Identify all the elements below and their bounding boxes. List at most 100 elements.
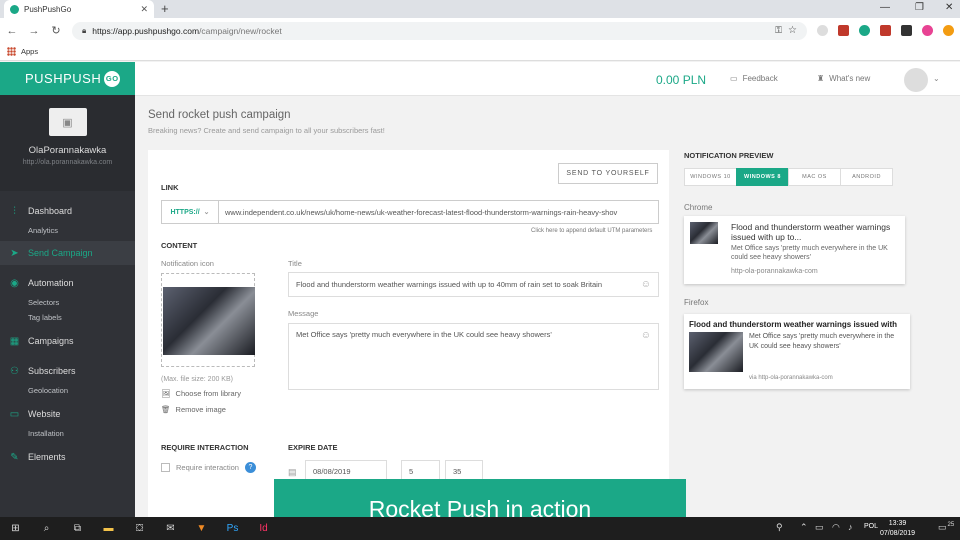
- os-tabs: WINDOWS 10 WINDOWS 8 MAC OS ANDROID: [684, 168, 893, 186]
- tab-mac-os[interactable]: MAC OS: [788, 168, 841, 186]
- chrome-label: Chrome: [684, 203, 713, 212]
- indesign-icon[interactable]: Id: [248, 517, 279, 540]
- store-icon[interactable]: ⛋: [124, 517, 155, 540]
- sidebar-item-installation[interactable]: Installation: [0, 426, 135, 441]
- n-extension-icon[interactable]: [880, 25, 891, 36]
- chrome-notif-message: Met Office says 'pretty much everywhere …: [731, 245, 888, 261]
- utm-hint-link[interactable]: Click here to append default UTM paramet…: [531, 228, 652, 234]
- image-placeholder-icon[interactable]: ▣: [48, 108, 87, 136]
- checkbox[interactable]: [161, 463, 170, 472]
- sidebar-item-analytics[interactable]: Analytics: [0, 223, 135, 238]
- notification-thumbnail: [689, 332, 743, 372]
- people-icon[interactable]: ⚲: [776, 522, 783, 533]
- new-tab-icon[interactable]: +: [161, 1, 169, 16]
- emoji-icon[interactable]: ☺: [641, 330, 651, 341]
- choose-from-library-button[interactable]: 🖼︎ Choose from library: [161, 389, 241, 398]
- maximize-icon[interactable]: ❐: [915, 2, 924, 13]
- sidebar-item-label: Campaigns: [28, 336, 74, 346]
- preview-heading: NOTIFICATION PREVIEW: [684, 151, 774, 160]
- org-url: http://ola.porannakawka.com: [22, 159, 113, 166]
- back-icon[interactable]: ←: [6, 25, 18, 37]
- minimize-icon[interactable]: —: [880, 2, 890, 13]
- volume-icon[interactable]: ♪: [848, 522, 853, 532]
- sidebar-item-tag-labels[interactable]: Tag labels: [0, 310, 135, 325]
- sidebar-item-label: Elements: [28, 452, 66, 462]
- close-tab-icon[interactable]: ✕: [140, 4, 148, 15]
- protocol-select[interactable]: HTTPS://⌄: [161, 200, 219, 224]
- tab-windows-10[interactable]: WINDOWS 10: [684, 168, 737, 186]
- update-icon[interactable]: [943, 25, 954, 36]
- vlc-icon[interactable]: ▼: [186, 517, 217, 540]
- org-name: OlaPorannakawka: [28, 145, 107, 156]
- chevron-down-icon[interactable]: ⌄: [933, 74, 940, 83]
- message-input[interactable]: Met Office says 'pretty much everywhere …: [288, 323, 659, 390]
- notification-center[interactable]: ▭ 25: [938, 522, 954, 533]
- task-view-icon[interactable]: ⧉: [62, 517, 93, 540]
- pdf-extension-icon[interactable]: [838, 25, 849, 36]
- forward-icon[interactable]: →: [28, 25, 40, 37]
- network-icon[interactable]: ▭: [815, 522, 824, 533]
- browser-toolbar: ← → ↻ 🔒︎ https://app.pushpushgo.com/camp…: [0, 18, 960, 43]
- chat-icon: ▭: [730, 74, 738, 83]
- whats-new-button[interactable]: ♜ What's new: [817, 74, 870, 83]
- trash-icon: 🗑︎: [161, 405, 171, 414]
- feedback-button[interactable]: ▭ Feedback: [730, 74, 778, 83]
- brand-logo[interactable]: PUSHPUSH GO: [0, 62, 135, 95]
- send-to-yourself-button[interactable]: SEND TO YOURSELF: [558, 163, 658, 184]
- sidebar-item-geolocation[interactable]: Geolocation: [0, 383, 135, 398]
- action-center-icon: ▭: [938, 522, 947, 532]
- close-window-icon[interactable]: ✕: [945, 2, 953, 13]
- address-bar[interactable]: 🔒︎ https://app.pushpushgo.com/campaign/n…: [72, 21, 807, 40]
- grid-icon: ▦: [9, 335, 20, 347]
- whats-new-label: What's new: [829, 74, 871, 83]
- key-icon[interactable]: ⚿: [775, 25, 782, 36]
- extension-icon[interactable]: [817, 25, 828, 36]
- account-balance[interactable]: 0.00 PLN: [656, 73, 706, 87]
- avatar[interactable]: [904, 68, 928, 92]
- remove-image-button[interactable]: 🗑︎ Remove image: [161, 405, 226, 414]
- wifi-icon[interactable]: ◠: [832, 522, 840, 533]
- browser-tab[interactable]: PushPushGo ✕: [4, 0, 154, 18]
- reload-icon[interactable]: ↻: [50, 24, 62, 37]
- title-input[interactable]: Flood and thunderstorm weather warnings …: [288, 272, 659, 297]
- language-indicator[interactable]: POL: [864, 523, 878, 530]
- search-icon[interactable]: ⌕: [31, 517, 62, 540]
- windows-start-icon[interactable]: ⊞: [0, 517, 31, 540]
- file-size-hint: (Max. file size: 200 KB): [161, 376, 233, 383]
- sidebar-item-selectors[interactable]: Selectors: [0, 295, 135, 310]
- page-subtitle: Breaking news? Create and send campaign …: [148, 126, 385, 135]
- notification-icon-dropzone[interactable]: [161, 273, 255, 367]
- link-input[interactable]: www.independent.co.uk/news/uk/home-news/…: [219, 200, 659, 224]
- star-icon[interactable]: ☆: [788, 25, 797, 36]
- tray-chevron-icon[interactable]: ⌃: [800, 522, 808, 533]
- page-title: Send rocket push campaign: [148, 109, 291, 121]
- clock-time: 13:39: [888, 520, 907, 527]
- sidebar-item-automation[interactable]: ◉ Automation: [0, 271, 135, 295]
- notification-icon-label: Notification icon: [161, 259, 214, 268]
- firefox-notification-preview: Flood and thunderstorm weather warnings …: [684, 314, 910, 389]
- profile-icon[interactable]: [922, 25, 933, 36]
- photoshop-icon[interactable]: Ps: [217, 517, 248, 540]
- require-interaction-toggle[interactable]: Require interaction ?: [161, 462, 256, 473]
- apps-icon[interactable]: [7, 47, 16, 56]
- image-icon: 🖼︎: [161, 389, 171, 398]
- mail-icon[interactable]: ✉: [155, 517, 186, 540]
- apps-bookmark[interactable]: Apps: [21, 47, 38, 56]
- sidebar-item-dashboard[interactable]: ⫶ Dashboard: [0, 199, 135, 223]
- title-value: Flood and thunderstorm weather warnings …: [296, 280, 602, 289]
- sidebar-item-campaigns[interactable]: ▦ Campaigns: [0, 329, 135, 353]
- grammarly-extension-icon[interactable]: [859, 25, 870, 36]
- slash-extension-icon[interactable]: [901, 25, 912, 36]
- tab-windows-8[interactable]: WINDOWS 8: [736, 168, 789, 186]
- file-explorer-icon[interactable]: ▬: [93, 517, 124, 540]
- sidebar-item-website[interactable]: ▭ Website: [0, 402, 135, 426]
- emoji-icon[interactable]: ☺: [641, 279, 651, 290]
- notification-count: 25: [947, 522, 955, 528]
- tab-android[interactable]: ANDROID: [840, 168, 893, 186]
- sidebar-item-subscribers[interactable]: ⚇ Subscribers: [0, 359, 135, 383]
- sidebar-item-send-campaign[interactable]: ➤ Send Campaign: [0, 241, 135, 265]
- help-icon[interactable]: ?: [244, 462, 256, 473]
- campaign-form: SEND TO YOURSELF LINK HTTPS://⌄ www.inde…: [148, 150, 669, 520]
- sidebar-item-elements[interactable]: ✎ Elements: [0, 445, 135, 469]
- system-clock[interactable]: 13:39 07/08/2019: [880, 519, 915, 539]
